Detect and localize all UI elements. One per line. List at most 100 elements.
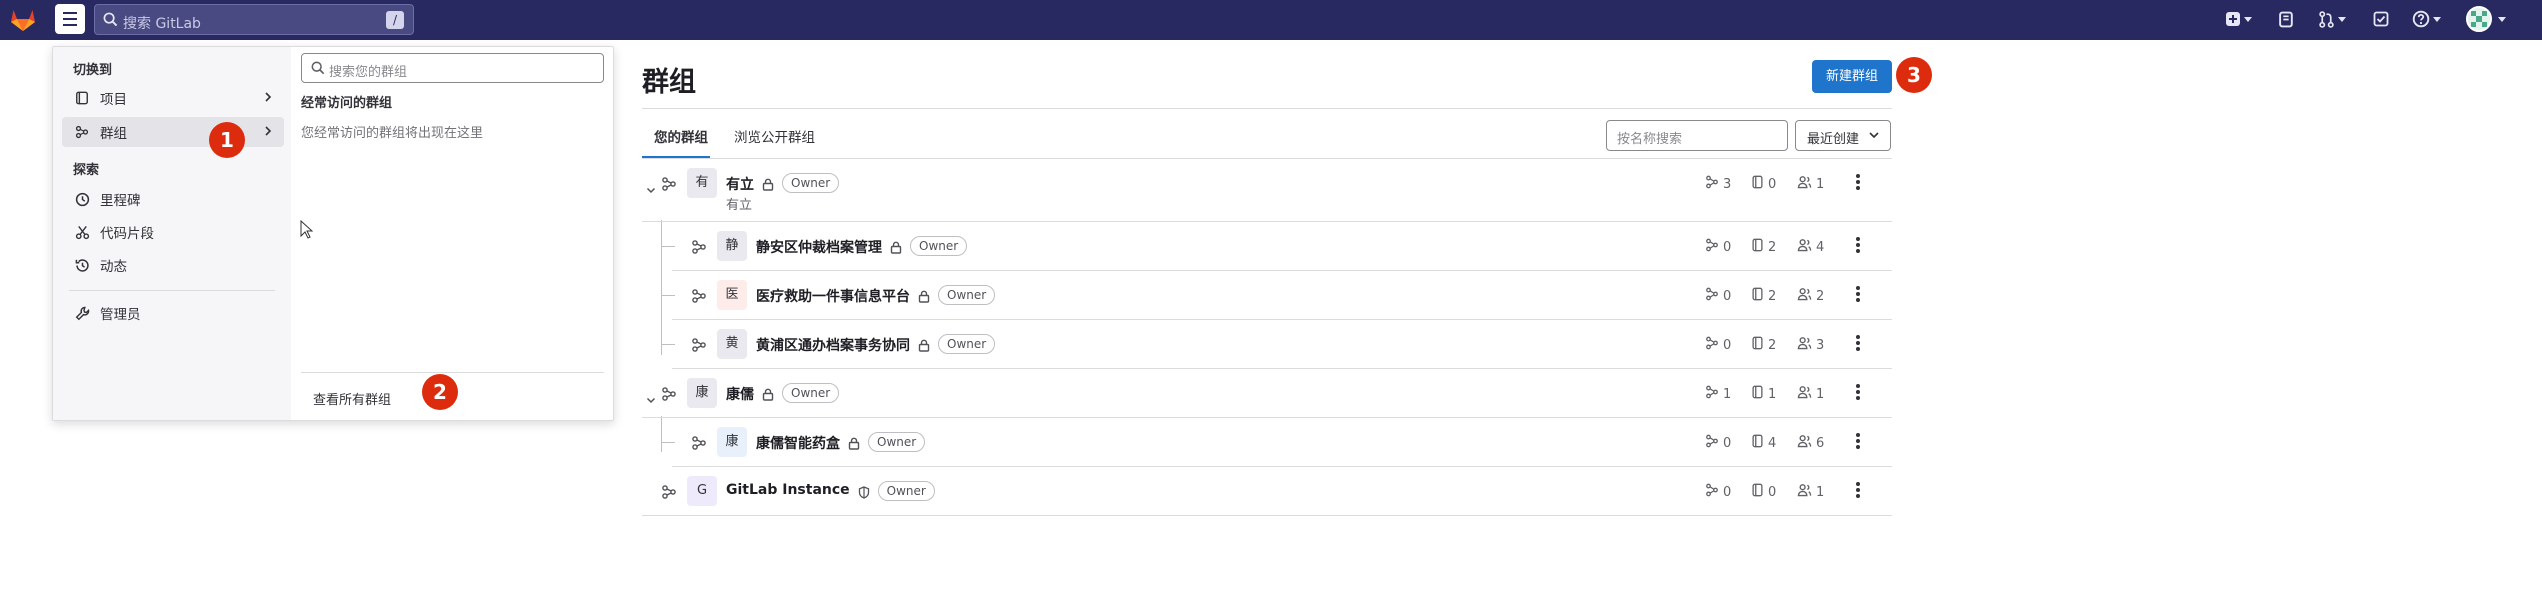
projects-count-value: 4 <box>1768 435 1777 451</box>
chevron-down-icon <box>1869 132 1879 139</box>
more-actions-kebab-icon[interactable] <box>1856 482 1860 498</box>
nav-item-admin[interactable]: 管理员 <box>62 298 284 328</box>
main-menu-button[interactable] <box>55 4 85 34</box>
nav-item-activity[interactable]: 动态 <box>62 250 284 280</box>
group-row[interactable]: 静静安区仲裁档案管理 Owner 0 2 4 <box>642 222 1892 271</box>
group-name-link[interactable]: 康儒智能药盒 <box>756 433 840 453</box>
user-menu-toggle[interactable] <box>2498 9 2506 29</box>
gitlab-logo-icon[interactable] <box>10 8 36 32</box>
projects-count: 0 <box>1751 175 1776 193</box>
subgroups-count-value: 0 <box>1723 239 1732 255</box>
nav-item-projects[interactable]: 项目 <box>62 83 284 113</box>
more-actions-kebab-icon[interactable] <box>1856 237 1860 253</box>
group-row[interactable]: 康康儒 Owner 1 1 1 <box>642 369 1892 418</box>
more-actions-kebab-icon[interactable] <box>1856 174 1860 190</box>
group-name-link[interactable]: 康儒 <box>726 384 754 404</box>
callout-badge-1: 1 <box>209 122 245 158</box>
project-icon <box>1751 287 1764 305</box>
group-icon <box>662 386 678 405</box>
group-avatar[interactable]: 康 <box>717 427 747 457</box>
nav-item-label: 里程碑 <box>100 193 141 209</box>
navigation-flyout: 切换到 项目 群组 探索 里程碑 代码片段 动态 管理员 搜索您的群组 经常访问… <box>52 46 614 421</box>
users-icon <box>1797 483 1812 501</box>
sort-dropdown[interactable]: 最近创建 <box>1795 120 1891 151</box>
subgroups-count: 3 <box>1705 175 1731 193</box>
group-row[interactable]: G GitLab Instance Owner 0 0 1 <box>642 467 1892 516</box>
create-new-menu[interactable] <box>2225 9 2252 29</box>
chevron-down-icon[interactable] <box>646 179 656 194</box>
users-icon <box>1797 238 1812 256</box>
project-icon <box>76 91 88 105</box>
members-count-value: 4 <box>1816 239 1825 255</box>
private-lock-icon <box>848 435 860 454</box>
group-name-link[interactable]: 有立 <box>726 174 754 194</box>
nav-item-snippets[interactable]: 代码片段 <box>62 217 284 247</box>
global-search-input[interactable]: 搜索 GitLab / <box>94 4 414 35</box>
filter-by-name-input[interactable]: 按名称搜索 <box>1606 120 1788 151</box>
more-actions-kebab-icon[interactable] <box>1856 286 1860 302</box>
group-row[interactable]: 黄黄浦区通办档案事务协同 Owner 0 2 3 <box>642 320 1892 369</box>
private-lock-icon <box>762 386 774 405</box>
user-avatar[interactable] <box>2466 6 2492 32</box>
frequent-groups-heading: 经常访问的群组 <box>301 96 393 111</box>
tree-connector <box>661 344 675 345</box>
history-icon <box>75 258 89 272</box>
tab-explore-public-groups[interactable]: 浏览公开群组 <box>734 126 815 146</box>
group-name-link[interactable]: 静安区仲裁档案管理 <box>756 237 882 257</box>
group-avatar[interactable]: 黄 <box>717 329 747 359</box>
nav-item-milestones[interactable]: 里程碑 <box>62 184 284 214</box>
group-row[interactable]: 康康儒智能药盒 Owner 0 4 6 <box>642 418 1892 467</box>
flyout-search-placeholder: 搜索您的群组 <box>329 65 408 80</box>
group-row[interactable]: 医医疗救助一件事信息平台 Owner 0 2 2 <box>642 271 1892 320</box>
private-lock-icon <box>890 239 902 258</box>
subgroup-icon <box>1705 483 1719 501</box>
more-actions-kebab-icon[interactable] <box>1856 433 1860 449</box>
group-name-link[interactable]: 医疗救助一件事信息平台 <box>756 286 910 306</box>
members-count-value: 1 <box>1816 484 1825 500</box>
members-count: 1 <box>1797 483 1824 501</box>
chevron-down-icon[interactable] <box>646 389 656 404</box>
tab-your-groups[interactable]: 您的群组 <box>654 126 708 146</box>
subgroups-count-value: 0 <box>1723 337 1732 353</box>
clock-icon <box>75 192 89 206</box>
projects-count: 1 <box>1751 385 1776 403</box>
group-avatar[interactable]: 有 <box>687 168 717 198</box>
users-icon <box>1797 287 1812 305</box>
more-actions-kebab-icon[interactable] <box>1856 335 1860 351</box>
subgroups-count-value: 0 <box>1723 288 1732 304</box>
group-avatar[interactable]: 医 <box>717 280 747 310</box>
members-count: 3 <box>1797 336 1824 354</box>
explore-heading: 探索 <box>73 163 100 178</box>
role-badge: Owner <box>877 481 935 501</box>
tree-connector <box>661 295 675 296</box>
more-actions-kebab-icon[interactable] <box>1856 384 1860 400</box>
group-name-link[interactable]: 黄浦区通办档案事务协同 <box>756 335 910 355</box>
merge-requests-menu[interactable] <box>2318 9 2346 29</box>
nav-divider <box>69 290 275 291</box>
group-row[interactable]: 有有立 有立 Owner 3 0 1 <box>642 163 1892 222</box>
help-menu[interactable] <box>2412 9 2441 29</box>
nav-item-groups[interactable]: 群组 <box>62 117 284 147</box>
subgroups-count-value: 1 <box>1723 386 1732 402</box>
group-avatar[interactable]: G <box>687 476 717 506</box>
subgroup-icon <box>1705 238 1719 256</box>
group-name-link[interactable]: GitLab Instance <box>726 482 850 498</box>
project-icon <box>1751 434 1764 452</box>
nav-item-label: 管理员 <box>100 307 141 323</box>
projects-count: 4 <box>1751 434 1776 452</box>
members-count-value: 6 <box>1816 435 1825 451</box>
nav-item-label: 项目 <box>100 92 127 108</box>
todo-checkbox-icon <box>2373 11 2389 27</box>
todos-button[interactable] <box>2373 9 2389 29</box>
flyout-group-search-input[interactable]: 搜索您的群组 <box>301 53 604 83</box>
group-avatar[interactable]: 静 <box>717 231 747 261</box>
members-count: 6 <box>1797 434 1824 452</box>
group-avatar[interactable]: 康 <box>687 378 717 408</box>
avatar-pattern-icon <box>2471 11 2487 27</box>
row-divider <box>642 515 1892 516</box>
view-all-groups-link[interactable]: 查看所有群组 <box>313 389 391 408</box>
issues-button[interactable] <box>2278 9 2295 29</box>
callout-badge-2: 2 <box>422 374 458 410</box>
scissors-icon <box>75 225 89 239</box>
new-group-button[interactable]: 新建群组 <box>1812 60 1892 93</box>
